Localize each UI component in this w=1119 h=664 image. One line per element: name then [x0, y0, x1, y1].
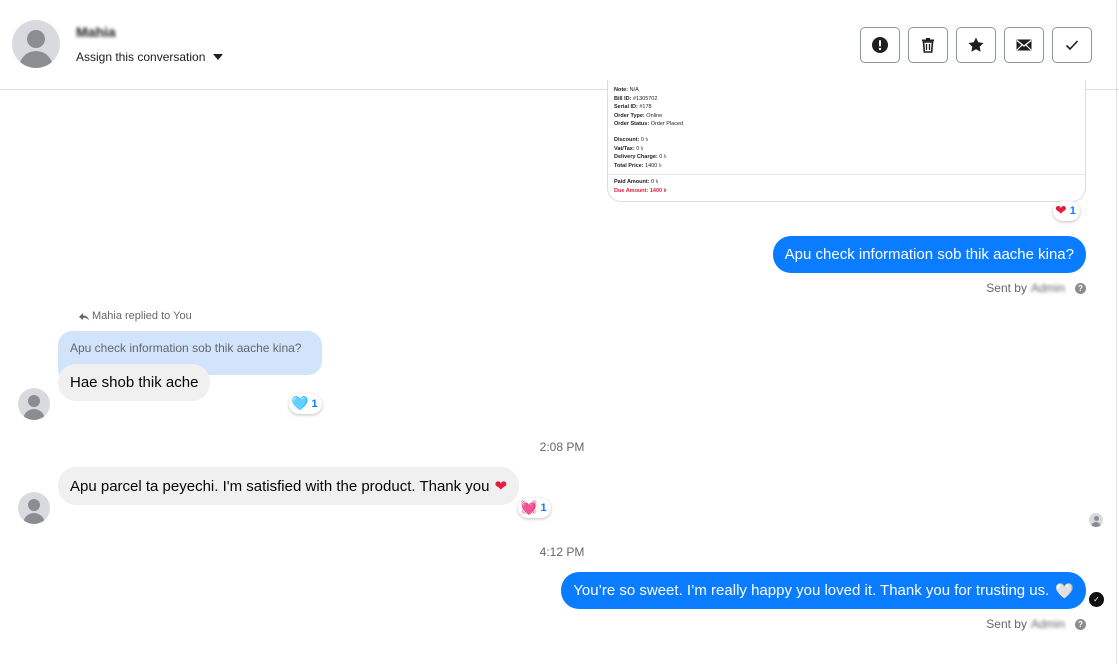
message-text: Hae shob thik ache: [70, 374, 199, 391]
seen-avatar: [1089, 513, 1103, 527]
sent-by-info: Sent by Admin ?: [986, 617, 1086, 631]
contact-avatar-small[interactable]: [18, 388, 50, 420]
star-button[interactable]: [956, 27, 996, 63]
sent-by-info: Sent by Admin ?: [986, 281, 1086, 295]
sent-by-label: Sent by: [986, 281, 1027, 295]
white-heart-icon: 🤍: [1055, 581, 1074, 600]
contact-name[interactable]: Mahia: [76, 24, 116, 40]
timestamp: 2:08 PM: [539, 440, 585, 454]
receipt-divider: [608, 174, 1085, 175]
message-reaction[interactable]: 💓 1: [518, 498, 551, 518]
help-icon[interactable]: ?: [1075, 282, 1086, 294]
receipt-payment: Paid Amount: 0 ৳ Due Amount: 1400 ৳: [614, 179, 667, 194]
reaction-count: 1: [540, 502, 547, 514]
sent-by-label: Sent by: [986, 617, 1027, 631]
conversation-actions: [860, 27, 1092, 63]
heart-icon: ❤: [1055, 203, 1067, 219]
assign-conversation-dropdown[interactable]: Assign this conversation: [76, 50, 224, 64]
receipt-lines: Note: N/A Bill ID: #1305702 Serial ID: #…: [614, 87, 684, 169]
help-icon[interactable]: ?: [1075, 618, 1086, 630]
mark-done-button[interactable]: [1052, 27, 1092, 63]
trash-icon: [922, 38, 934, 53]
quoted-text: Apu check information sob thik aache kin…: [70, 341, 302, 355]
reaction-count: 1: [1069, 205, 1076, 217]
mark-spam-button[interactable]: [860, 27, 900, 63]
exclamation-icon: [872, 37, 888, 53]
heart-icon: ❤: [494, 477, 508, 495]
check-icon: [1065, 40, 1079, 51]
reply-arrow-icon: [79, 313, 89, 321]
delete-button[interactable]: [908, 27, 948, 63]
reaction-count: 1: [311, 398, 318, 410]
sent-by-name: Admin: [1030, 617, 1065, 631]
message-reaction[interactable]: 🩵 1: [289, 394, 322, 414]
conversation-header: Mahia Assign this conversation: [0, 0, 1119, 90]
reply-indicator-text: Mahia replied to You: [92, 310, 192, 322]
message-text: Apu check information sob thik aache kin…: [784, 246, 1074, 263]
timestamp: 4:12 PM: [539, 545, 585, 559]
contact-avatar-small[interactable]: [18, 492, 50, 524]
message-text: Apu parcel ta peyechi. I'm satisfied wit…: [70, 477, 490, 495]
mark-unread-button[interactable]: [1004, 27, 1044, 63]
beating-heart-icon: 💓: [520, 500, 538, 516]
seen-page-logo: ✓: [1089, 592, 1104, 607]
incoming-message[interactable]: Apu parcel ta peyechi. I'm satisfied wit…: [58, 467, 520, 505]
order-receipt-card: Note: N/A Bill ID: #1305702 Serial ID: #…: [607, 80, 1086, 202]
assign-label: Assign this conversation: [76, 50, 206, 64]
reply-indicator: Mahia replied to You: [78, 310, 192, 322]
sent-by-name: Admin: [1030, 281, 1065, 295]
incoming-message[interactable]: Hae shob thik ache: [58, 364, 211, 401]
message-text: You’re so sweet. I’m really happy you lo…: [573, 582, 1050, 599]
scrollbar-track[interactable]: [1116, 0, 1117, 664]
contact-avatar[interactable]: [12, 20, 60, 68]
receipt-reaction[interactable]: ❤ 1: [1053, 201, 1080, 221]
outgoing-message[interactable]: You’re so sweet. I’m really happy you lo…: [561, 572, 1086, 609]
envelope-icon: [1016, 39, 1032, 51]
caret-down-icon: [213, 54, 224, 60]
outgoing-message[interactable]: Apu check information sob thik aache kin…: [772, 236, 1086, 273]
light-blue-heart-icon: 🩵: [291, 396, 309, 412]
star-icon: [968, 37, 984, 52]
